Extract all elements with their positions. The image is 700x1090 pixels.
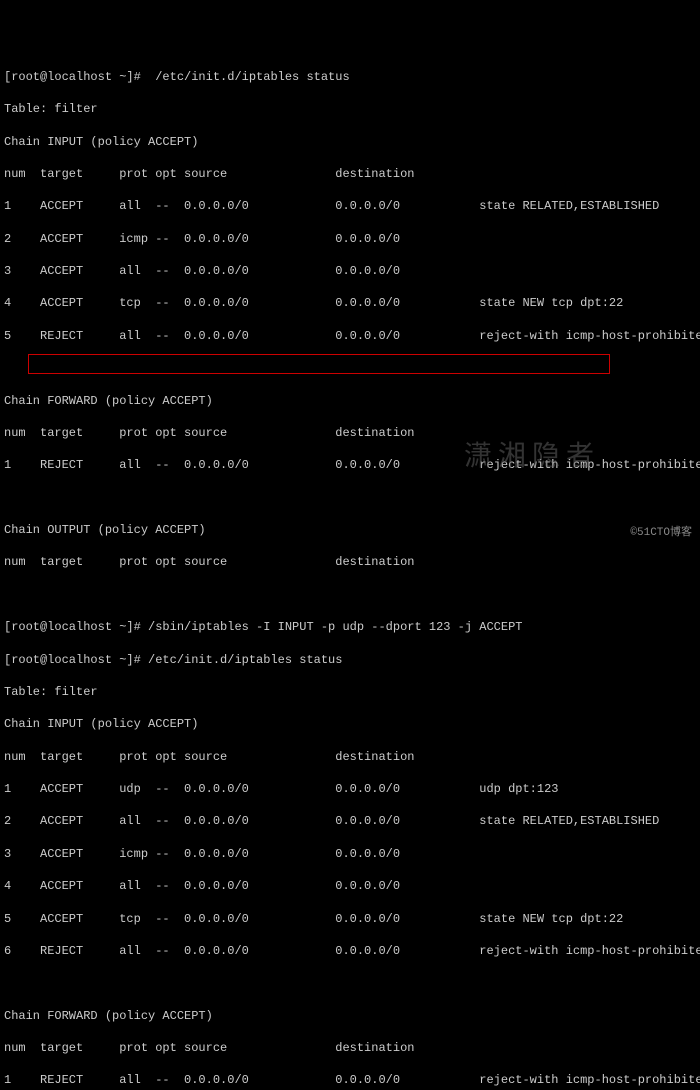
columns-header: num target prot opt source destination — [4, 1040, 696, 1056]
rule-row: 6 REJECT all -- 0.0.0.0/0 0.0.0.0/0 reje… — [4, 943, 696, 959]
rule-row: 1 ACCEPT udp -- 0.0.0.0/0 0.0.0.0/0 udp … — [4, 781, 696, 797]
rule-row: 4 ACCEPT tcp -- 0.0.0.0/0 0.0.0.0/0 stat… — [4, 295, 696, 311]
columns-header: num target prot opt source destination — [4, 554, 696, 570]
rule-row: 3 ACCEPT all -- 0.0.0.0/0 0.0.0.0/0 — [4, 263, 696, 279]
watermark-text: ©51CTO博客 — [630, 526, 692, 541]
blank-line — [4, 975, 696, 991]
rule-row: 3 ACCEPT icmp -- 0.0.0.0/0 0.0.0.0/0 — [4, 846, 696, 862]
rule-row: 4 ACCEPT all -- 0.0.0.0/0 0.0.0.0/0 — [4, 878, 696, 894]
rule-row: 1 REJECT all -- 0.0.0.0/0 0.0.0.0/0 reje… — [4, 1072, 696, 1088]
rule-row: 5 ACCEPT tcp -- 0.0.0.0/0 0.0.0.0/0 stat… — [4, 911, 696, 927]
terminal-prompt-line[interactable]: [root@localhost ~]# /sbin/iptables -I IN… — [4, 619, 696, 635]
rule-row: 1 ACCEPT all -- 0.0.0.0/0 0.0.0.0/0 stat… — [4, 198, 696, 214]
columns-header: num target prot opt source destination — [4, 166, 696, 182]
table-header: Table: filter — [4, 101, 696, 117]
watermark-chinese: 潇湘隐者 — [464, 437, 600, 475]
columns-header: num target prot opt source destination — [4, 749, 696, 765]
chain-input-header: Chain INPUT (policy ACCEPT) — [4, 716, 696, 732]
rule-row: 2 ACCEPT icmp -- 0.0.0.0/0 0.0.0.0/0 — [4, 231, 696, 247]
terminal-prompt-line[interactable]: [root@localhost ~]# /etc/init.d/iptables… — [4, 69, 696, 85]
blank-line — [4, 587, 696, 603]
chain-input-header: Chain INPUT (policy ACCEPT) — [4, 134, 696, 150]
chain-output-header: Chain OUTPUT (policy ACCEPT) — [4, 522, 696, 538]
chain-forward-header: Chain FORWARD (policy ACCEPT) — [4, 1008, 696, 1024]
chain-forward-header: Chain FORWARD (policy ACCEPT) — [4, 393, 696, 409]
rule-row: 5 REJECT all -- 0.0.0.0/0 0.0.0.0/0 reje… — [4, 328, 696, 344]
blank-line — [4, 490, 696, 506]
table-header: Table: filter — [4, 684, 696, 700]
rule-row: 2 ACCEPT all -- 0.0.0.0/0 0.0.0.0/0 stat… — [4, 813, 696, 829]
terminal-prompt-line[interactable]: [root@localhost ~]# /etc/init.d/iptables… — [4, 652, 696, 668]
blank-line — [4, 360, 696, 376]
